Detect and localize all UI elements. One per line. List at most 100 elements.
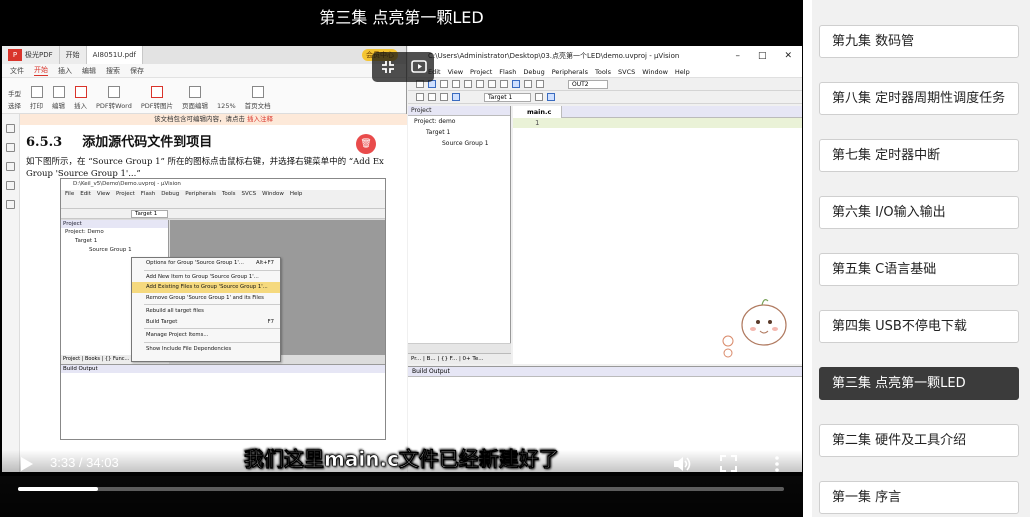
pdf-page: 该文档包含可编辑内容，请点击 插入注释 6.5.3 添加源代码文件到项目 如下图所… [20,114,407,472]
manage-icon [547,93,556,101]
edit-icon [52,86,65,98]
project-scrollbar [408,343,511,353]
episode-item[interactable]: 第一集 序言 [819,481,1019,514]
delete-icon: 🗑 [356,134,376,154]
search-icon [6,181,15,190]
comment-icon [6,162,15,171]
uvision-menu-bar: Edit View Project Flash Debug Peripherals Tool… [408,66,802,78]
ribbon-edit: 编辑 [52,86,65,110]
doc-icon [251,86,264,98]
ribbon-to-image: PDF转图片 [141,86,173,110]
progress-fill [18,487,98,491]
video-frame[interactable]: P 极光PDF 开始 AI8051U.pdf 会员中心 文件开始插入编辑搜索保存… [2,46,802,472]
progress-bar[interactable] [18,487,784,491]
target-select: Target 1 [484,92,532,102]
ribbon-insert: 插入 [74,86,87,110]
tree-group: Source Group 1 [442,140,489,147]
print-icon [30,86,43,98]
translate-icon [416,93,424,101]
episode-item-active[interactable]: 第三集 点亮第一颗LED [819,367,1019,400]
ribbon-page-edit: 页面编辑 [182,86,208,110]
fullscreen-icon[interactable] [720,455,737,472]
find-select: OUT2 [568,79,608,89]
editor-tab-bar: main.c [513,106,802,118]
play-icon[interactable] [20,456,34,472]
ribbon-to-word: PDF转Word [96,86,132,110]
insert-icon [74,86,87,98]
embedded-toolbar-2: Target 1 [61,209,385,219]
video-player[interactable]: 第三集 点亮第一颗LED P 极光PDF 开始 AI8051U.pdf 会员中心… [0,0,803,517]
thumbnail-icon [6,143,15,152]
pdf-heading: 6.5.3 添加源代码文件到项目 [26,135,213,150]
episode-item[interactable]: 第四集 USB不停电下载 [819,310,1019,343]
episode-item[interactable]: 第六集 I/O输入输出 [819,196,1019,229]
project-panel-tabs: Pr... | B... | {} F... | 0+ Te... [408,353,511,364]
pdf-tab-bar: P 极光PDF 开始 AI8051U.pdf 会员中心 [2,46,406,64]
ctx-item: Rebuild all target files [146,308,204,314]
copy-icon [464,80,472,88]
bookmark-icon [6,124,15,133]
exit-fullscreen-icon[interactable] [379,58,397,76]
embedded-menu: File Edit View Project Flash Debug Peripherals… [61,190,385,199]
maximize-icon: □ [757,51,767,61]
embedded-title: D:\Keil_v5\Demo\Demo.uvproj - µVision [61,179,385,190]
picture-in-picture-icon[interactable] [410,58,428,76]
pdf-logo-icon: P [8,49,22,61]
download-icon [452,93,460,101]
page: 第三集 点亮第一颗LED P 极光PDF 开始 AI8051U.pdf 会员中心… [0,0,1030,517]
episode-item[interactable]: 第七集 定时器中断 [819,139,1019,172]
episode-item[interactable]: 第五集 C语言基础 [819,253,1019,286]
ctx-item: Manage Project Items... [146,332,209,338]
uvision-window: C:\Users\Administrator\Desktop\03.点亮第一个L… [408,46,802,472]
options-icon [535,93,544,101]
uvision-toolbar: OUT2 [408,78,802,91]
episode-list: 第九集 数码管 第八集 定时器周期性调度任务 第七集 定时器中断 第六集 I/O… [812,0,1030,517]
page-icon [189,86,202,98]
video-title: 第三集 点亮第一颗LED [0,0,803,40]
ctx-item: Options for Group 'Source Group 1'... Alt… [146,260,274,266]
pdf-menu-bar: 文件 开始 插入 编辑 搜索 保存 [2,64,406,78]
tree-target: Target 1 [426,129,451,136]
ribbon-print: 打印 [30,86,43,110]
pdf-ribbon: 手型 选择 打印 编辑 插入 PDF转Word PDF转图片 页面编辑 125% … [2,78,406,114]
more-options-icon[interactable] [773,455,781,473]
context-menu: Options for Group 'Source Group 1'... Alt… [131,257,281,362]
ctx-item: Remove Group 'Source Group 1' and its Fi… [146,294,264,301]
pdf-sidebar [2,114,20,472]
indent-icon [524,80,532,88]
episode-item[interactable]: 第二集 硬件及工具介绍 [819,424,1019,457]
embedded-screenshot: D:\Keil_v5\Demo\Demo.uvproj - µVision Fi… [60,178,386,440]
uvision-project-panel: Project Project: demo Target 1 Source Gr… [408,106,511,364]
bookmark-icon [512,80,520,88]
pdf-app-name: 极光PDF [25,51,53,59]
episode-item[interactable]: 第九集 数码管 [819,25,1019,58]
episode-item[interactable]: 第八集 定时器周期性调度任务 [819,82,1019,115]
close-icon: ✕ [784,51,792,61]
bear-doodle-illustration [722,299,787,358]
ctx-item-highlighted: Add Existing Files to Group 'Source Grou… [132,282,280,293]
editor-line: 1 [513,118,802,128]
ctx-item: Build Target F7 [146,318,274,325]
minimize-icon: – [735,51,740,61]
volume-icon[interactable] [672,455,692,473]
rebuild-icon [440,93,448,101]
ctx-item: Show Include File Dependencies [146,345,232,352]
embedded-toolbar [61,199,385,209]
tab-main-c: main.c [513,106,563,118]
cut-icon [452,80,460,88]
time-display: 3:33 / 34:03 [50,455,119,470]
image-icon [150,86,163,98]
uvision-build-toolbar: Target 1 [408,91,802,104]
pdf-app-tab: P 极光PDF [2,46,60,64]
embedded-build-output: Build Output [61,364,385,439]
tree-project: Project: demo [414,118,456,125]
pdf-tab-home: 开始 [59,46,87,64]
ctx-item: Add New Item to Group 'Source Group 1'..… [146,273,259,280]
redo-icon [500,80,508,88]
pdf-notice: 该文档包含可编辑内容，请点击 插入注释 [20,114,407,125]
ribbon-hand: 手型 选择 [8,90,21,110]
zoom-level: 125% [217,102,236,110]
ribbon-first-doc: 首页文档 [245,86,271,110]
floating-controls [372,52,434,82]
save-icon [440,80,448,88]
